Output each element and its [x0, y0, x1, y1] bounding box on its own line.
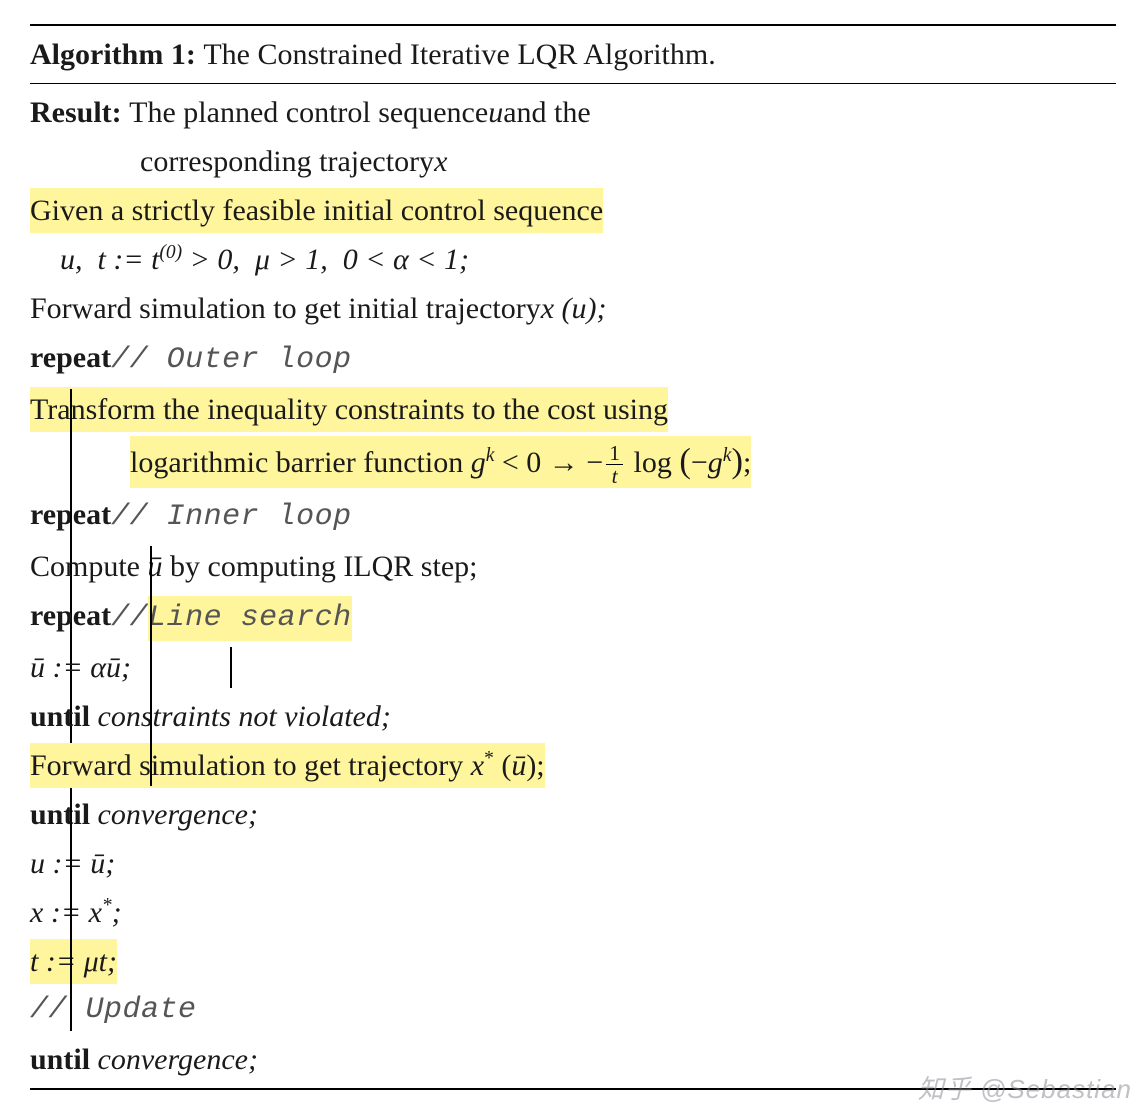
result-text-2: and the [503, 90, 590, 135]
result-line-2: corresponding trajectory x [30, 137, 1116, 186]
linesearch-until-cond: constraints not violated; [98, 694, 391, 739]
update-comment-text: // Update [30, 988, 197, 1033]
inner-until: until convergence; [30, 790, 1116, 839]
result-label: Result: [30, 90, 122, 135]
outer-until-kw: until [30, 1037, 90, 1082]
inner-until-cond: convergence; [98, 792, 258, 837]
result-text-1: The planned control sequence [129, 90, 488, 135]
inner-comment: // Inner loop [111, 495, 352, 540]
inner-forward-prefix: Forward simulation to get trajectory [30, 749, 471, 782]
transform-text-2: logarithmic barrier function gk < 0 → −1… [130, 436, 751, 488]
given-init: u, t := t(0) > 0, μ > 1, 0 < α < 1; [30, 235, 1116, 284]
inner-repeat-kw: repeat [30, 492, 111, 537]
outer-until: until convergence; [30, 1035, 1116, 1084]
inner-forward: Forward simulation to get trajectory x* … [30, 741, 1116, 790]
linesearch-comment: Line search [148, 596, 352, 641]
transform-line-2: logarithmic barrier function gk < 0 → −1… [30, 434, 1116, 490]
linesearch-step-math: ū := αū; [30, 645, 131, 690]
algorithm-header: Algorithm 1: The Constrained Iterative L… [30, 30, 1116, 79]
update-x: x := x*; [30, 888, 1116, 937]
update-x-math: x := x*; [30, 890, 122, 935]
result-x: x [434, 139, 447, 184]
outer-body: Transform the inequality constraints to … [30, 385, 1116, 1035]
compute-line: Compute ū by computing ILQR step; [30, 542, 1116, 591]
outer-until-cond: convergence; [98, 1037, 258, 1082]
algorithm-title: The Constrained Iterative LQR Algorithm. [203, 32, 715, 77]
given-line: Given a strictly feasible initial contro… [30, 186, 1116, 235]
frac-den: t [609, 465, 621, 488]
result-u: u [488, 90, 503, 135]
inner-body: Compute ū by computing ILQR step; repeat… [30, 542, 1116, 790]
forward-init-math: x (u); [541, 286, 607, 331]
outer-repeat-kw: repeat [30, 335, 111, 380]
inner-until-kw: until [30, 792, 90, 837]
linesearch-step: ū := αū; [30, 643, 1116, 692]
inner-forward-text: Forward simulation to get trajectory x* … [30, 743, 545, 788]
result-text-3: corresponding trajectory [140, 139, 434, 184]
outer-repeat: repeat // Outer loop [30, 333, 1116, 385]
update-t-math: t := μt; [30, 939, 117, 984]
compute-text: Compute ū by computing ILQR step; [30, 544, 477, 589]
header-rule [30, 83, 1116, 84]
result-line-1: Result: The planned control sequence u a… [30, 88, 1116, 137]
given-init-math: u, t := t(0) > 0, μ > 1, 0 < α < 1; [60, 237, 469, 282]
inner-repeat: repeat // Inner loop [30, 490, 1116, 542]
linesearch-body: ū := αū; [30, 643, 1116, 692]
forward-init-text: Forward simulation to get initial trajec… [30, 286, 541, 331]
update-u-math: u := ū; [30, 841, 115, 886]
transform-prefix: logarithmic barrier function [130, 446, 471, 479]
algorithm-label: Algorithm 1: [30, 32, 196, 77]
linesearch-repeat: repeat // Line search [30, 591, 1116, 643]
linesearch-repeat-kw: repeat [30, 593, 111, 638]
transform-text-1: Transform the inequality constraints to … [30, 387, 668, 432]
forward-init: Forward simulation to get initial trajec… [30, 284, 1116, 333]
update-comment: // Update [30, 986, 1116, 1035]
bottom-rule [30, 1088, 1116, 1090]
transform-line-1: Transform the inequality constraints to … [30, 385, 1116, 434]
update-u: u := ū; [30, 839, 1116, 888]
given-text: Given a strictly feasible initial contro… [30, 188, 603, 233]
linesearch-until-kw: until [30, 694, 90, 739]
frac-num: 1 [606, 443, 623, 466]
update-t: t := μt; [30, 937, 1116, 986]
top-rule [30, 24, 1116, 26]
outer-comment: // Outer loop [111, 338, 352, 383]
linesearch-until: until constraints not violated; [30, 692, 1116, 741]
linesearch-comment-slashes: // [111, 596, 148, 641]
